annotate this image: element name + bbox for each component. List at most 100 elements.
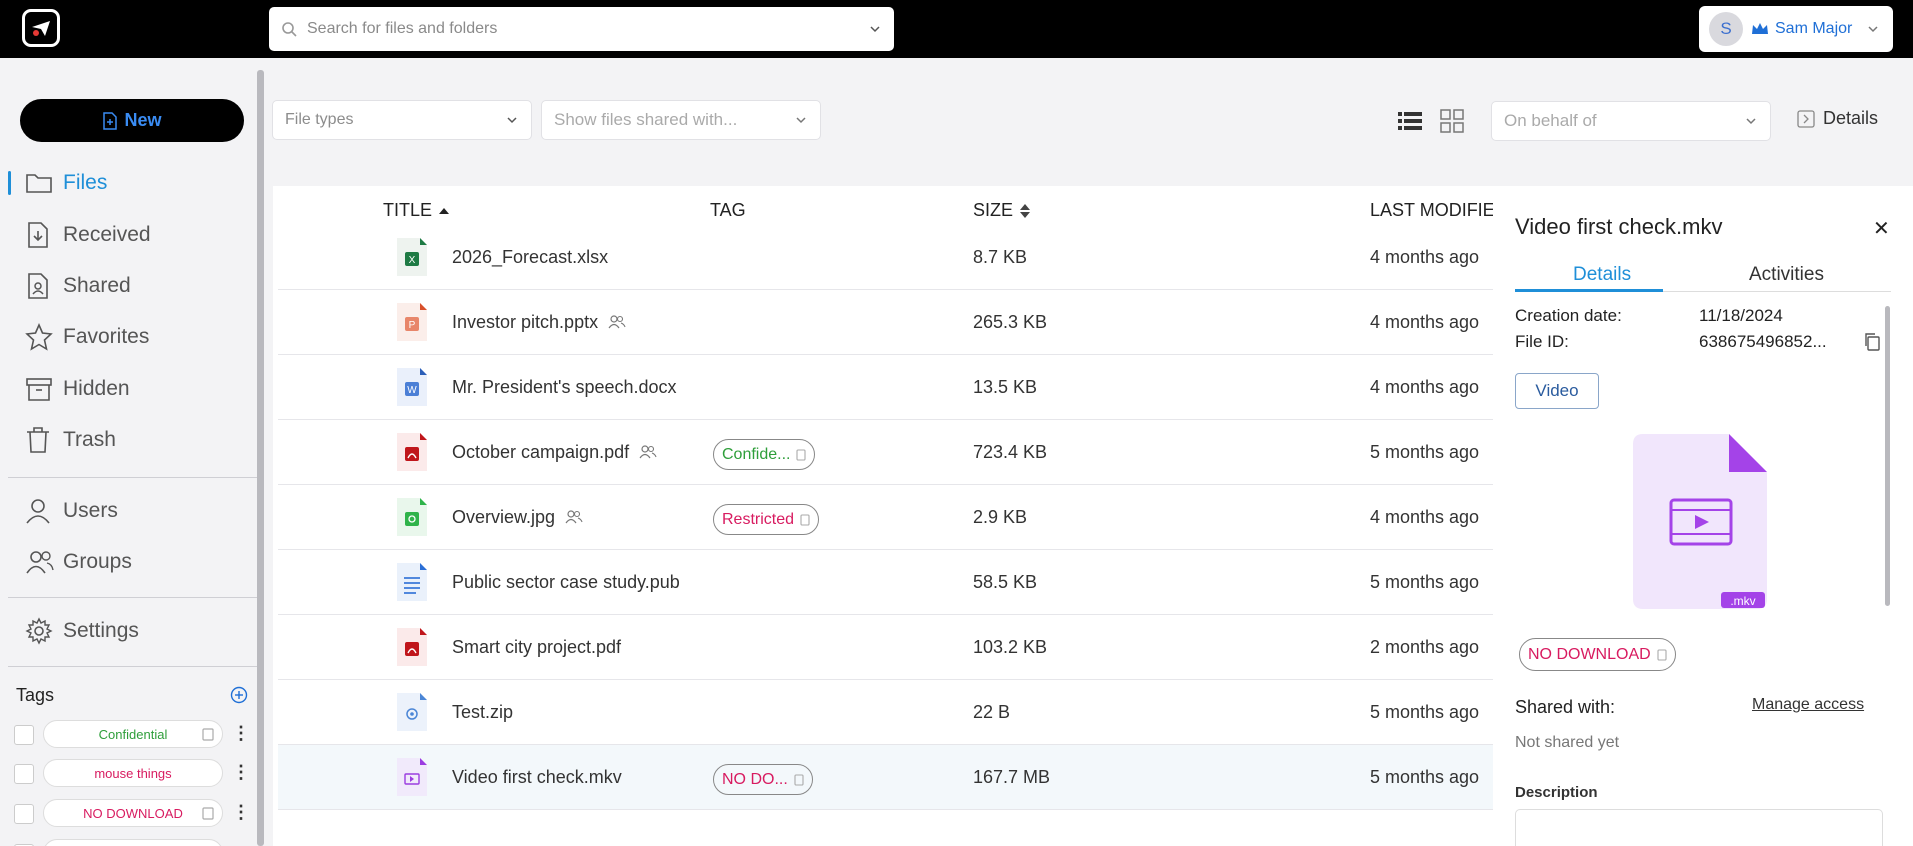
- tag-pill[interactable]: [43, 839, 223, 846]
- table-row[interactable]: Overview.jpg Restricted 2.9 KB 4 months …: [278, 485, 1493, 550]
- file-size: 58.5 KB: [973, 571, 1038, 592]
- details-title: Video first check.mkv: [1515, 214, 1723, 239]
- file-tag[interactable]: Restricted: [713, 504, 820, 535]
- table-row[interactable]: Public sector case study.pub 58.5 KB 5 m…: [278, 550, 1493, 615]
- file-extension-badge: .mkv: [1730, 594, 1756, 608]
- tab-activities[interactable]: Activities: [1749, 264, 1824, 286]
- file-type-button[interactable]: Video: [1515, 373, 1599, 409]
- add-tag-icon[interactable]: [230, 686, 248, 704]
- column-title[interactable]: TITLE: [383, 200, 450, 221]
- lock-icon: [796, 448, 807, 461]
- tag-checkbox[interactable]: [14, 764, 34, 784]
- file-tag-label: Confide...: [722, 445, 791, 463]
- table-row[interactable]: P Investor pitch.pptx 265.3 KB 4 months …: [278, 290, 1493, 355]
- tab-details[interactable]: Details: [1573, 264, 1631, 286]
- shared-with-label: Shared with:: [1515, 697, 1616, 717]
- groups-icon: [26, 551, 54, 574]
- details-toggle-button[interactable]: Details: [1797, 108, 1878, 129]
- active-tab-indicator: [1515, 289, 1663, 292]
- column-modified[interactable]: LAST MODIFIED: [1370, 200, 1508, 221]
- tag-label: Confidential: [98, 726, 168, 742]
- table-row[interactable]: Smart city project.pdf 103.2 KB 2 months…: [278, 615, 1493, 680]
- description-label: Description: [1515, 784, 1598, 801]
- sidebar-item-settings[interactable]: Settings: [0, 609, 258, 653]
- sidebar-divider: [8, 597, 258, 598]
- tag-pill[interactable]: mouse things: [43, 759, 223, 787]
- table-row[interactable]: October campaign.pdf Confide... 723.4 KB…: [278, 420, 1493, 485]
- list-view-icon[interactable]: [1398, 110, 1422, 132]
- search-bar[interactable]: [269, 7, 894, 51]
- manage-access-link[interactable]: Manage access: [1752, 696, 1864, 714]
- details-tag[interactable]: NO DOWNLOAD: [1519, 638, 1676, 671]
- file-tag[interactable]: Confide...: [713, 439, 816, 470]
- sidebar-item-favorites[interactable]: Favorites: [0, 315, 258, 359]
- close-icon[interactable]: ✕: [1873, 216, 1890, 241]
- video-preview-icon: [1633, 434, 1767, 609]
- file-modified: 5 months ago: [1370, 441, 1480, 462]
- new-button[interactable]: New: [20, 99, 244, 142]
- chevron-down-icon: [507, 117, 517, 124]
- details-panel: Video first check.mkv ✕ Details Activiti…: [1493, 186, 1913, 846]
- sidebar-item-users[interactable]: Users: [0, 489, 258, 533]
- table-row[interactable]: Test.zip 22 B 5 months ago: [278, 680, 1493, 745]
- file-modified: 4 months ago: [1370, 376, 1480, 397]
- column-size[interactable]: SIZE: [973, 200, 1031, 221]
- description-field[interactable]: [1515, 809, 1883, 846]
- pdf-file-icon: [397, 433, 427, 471]
- sidebar-item-trash[interactable]: Trash: [0, 418, 258, 462]
- video-file-icon: [397, 758, 427, 796]
- publisher-file-icon: [397, 563, 427, 601]
- app-logo-icon[interactable]: [22, 9, 60, 47]
- table-row[interactable]: X 2026_Forecast.xlsx 8.7 KB 4 months ago: [278, 225, 1493, 290]
- file-tag[interactable]: NO DO...: [713, 764, 813, 795]
- file-types-dropdown[interactable]: File types: [272, 100, 532, 140]
- copy-icon[interactable]: [1863, 332, 1881, 352]
- details-scrollbar[interactable]: [1885, 306, 1890, 606]
- folder-icon: [26, 174, 52, 193]
- tag-pill[interactable]: Confidential: [43, 720, 223, 748]
- chevron-down-icon[interactable]: [1866, 22, 1880, 36]
- sidebar-item-files[interactable]: Files: [0, 161, 258, 205]
- chevron-down-icon: [1746, 118, 1756, 125]
- new-file-icon: [103, 111, 118, 130]
- star-icon: [25, 323, 53, 351]
- table-row-selected[interactable]: Video first check.mkv NO DO... 167.7 MB …: [278, 745, 1493, 810]
- sidebar-item-groups[interactable]: Groups: [0, 540, 258, 584]
- file-modified: 5 months ago: [1370, 571, 1480, 592]
- column-modified-label: LAST MODIFIED: [1370, 200, 1508, 220]
- creation-date-value: 11/18/2024: [1699, 306, 1783, 325]
- sidebar-item-hidden[interactable]: Hidden: [0, 367, 258, 411]
- tag-checkbox[interactable]: [14, 804, 34, 824]
- tag-pill[interactable]: NO DOWNLOAD: [43, 799, 223, 827]
- gear-icon: [25, 617, 53, 645]
- shared-with-dropdown[interactable]: Show files shared with...: [541, 100, 821, 140]
- sidebar-tag-mouse-things[interactable]: mouse things ⋮: [14, 758, 254, 787]
- column-tag[interactable]: TAG: [710, 200, 746, 221]
- sidebar-item-shared[interactable]: Shared: [0, 264, 258, 308]
- sidebar-tag-no-download[interactable]: NO DOWNLOAD ⋮: [14, 798, 254, 827]
- zip-file-icon: [397, 693, 427, 731]
- sidebar-scrollbar[interactable]: [257, 70, 264, 846]
- lock-icon: [800, 513, 810, 526]
- word-file-icon: W: [397, 368, 427, 406]
- more-options-icon[interactable]: ⋮: [232, 802, 250, 823]
- on-behalf-dropdown[interactable]: On behalf of: [1491, 101, 1771, 141]
- file-name: Video first check.mkv: [452, 766, 622, 787]
- user-icon: [26, 499, 50, 524]
- grid-view-icon[interactable]: [1440, 109, 1464, 133]
- top-bar: S Sam Major: [0, 0, 1913, 58]
- tag-checkbox[interactable]: [14, 725, 34, 745]
- search-input[interactable]: [307, 20, 868, 38]
- file-size: 22 B: [973, 701, 1011, 722]
- file-size: 8.7 KB: [973, 246, 1028, 267]
- more-options-icon[interactable]: ⋮: [232, 762, 250, 783]
- table-row[interactable]: W Mr. President's speech.docx 13.5 KB 4 …: [278, 355, 1493, 420]
- sidebar-item-label: Files: [63, 171, 108, 194]
- more-options-icon[interactable]: ⋮: [232, 723, 250, 744]
- sidebar-item-received[interactable]: Received: [0, 213, 258, 257]
- chevron-down-icon[interactable]: [868, 22, 882, 36]
- crown-icon: [1752, 23, 1768, 34]
- sidebar-tag-confidential[interactable]: Confidential ⋮: [14, 719, 254, 748]
- shared-icon: [28, 273, 48, 299]
- user-menu[interactable]: S Sam Major: [1699, 6, 1893, 52]
